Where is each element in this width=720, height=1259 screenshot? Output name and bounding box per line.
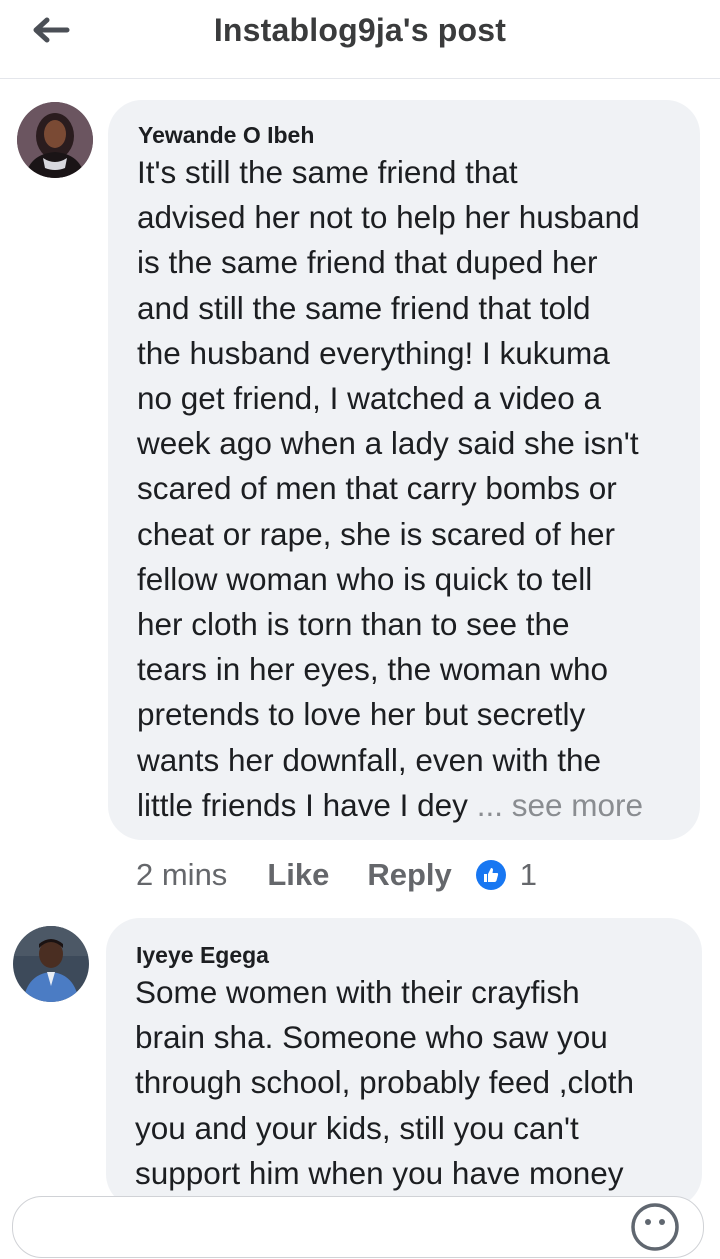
comment-line: tears in her eyes, the woman who — [137, 651, 608, 688]
comment-line: advised her not to help her husband — [137, 199, 640, 236]
top-bar: Instablog9ja's post — [0, 0, 720, 79]
comment-line: wants her downfall, even with the — [137, 741, 602, 778]
see-more-link[interactable]: ... see more — [477, 787, 643, 823]
comment-line: pretends to love her but secretly — [137, 696, 586, 733]
comment-line: and still the same friend that told — [137, 289, 591, 326]
smiley-icon — [631, 1203, 679, 1251]
comment-line: brain sha. Someone who saw you — [135, 1019, 608, 1056]
comment-line: cheat or rape, she is scared of her — [137, 515, 616, 552]
comment-line: the husband everything! I kukuma — [137, 334, 610, 371]
avatar-iyeye[interactable] — [13, 926, 89, 1002]
reaction-count[interactable]: 1 — [520, 857, 537, 893]
comment-text: Some women with their crayfish brain sha… — [135, 970, 634, 1196]
comment-line: through school, probably feed ,cloth — [135, 1064, 635, 1101]
comment-line: scared of men that carry bombs or — [137, 470, 617, 507]
like-button[interactable]: Like — [267, 857, 329, 893]
comment-line: is the same friend that duped her — [137, 244, 598, 281]
comment-line-text: little friends I have I dey — [137, 786, 468, 823]
comment-line: It's still the same friend that — [137, 154, 518, 190]
comment-line: little friends I have I dey ... see more — [137, 783, 643, 828]
comment-line: Some women with their crayfish — [135, 974, 580, 1010]
write-comment-input[interactable] — [12, 1196, 704, 1258]
avatar-yewande[interactable] — [17, 102, 93, 178]
comment-line: support him when you have money — [135, 1154, 624, 1191]
reply-button[interactable]: Reply — [367, 857, 451, 893]
comment-text: It's still the same friend that advised … — [137, 150, 643, 828]
emoji-button[interactable] — [628, 1200, 682, 1254]
comment-line: fellow woman who is quick to tell — [137, 560, 593, 597]
comment-author[interactable]: Iyeye Egega — [136, 942, 269, 969]
comment-line: you and your kids, still you can't — [135, 1109, 579, 1146]
page-title: Instablog9ja's post — [213, 12, 507, 48]
comment-line: no get friend, I watched a video a — [137, 380, 602, 417]
comment-actions: 2 mins Like Reply 1 — [136, 852, 537, 898]
comment-line: her cloth is torn than to see the — [137, 606, 570, 643]
comment-timestamp: 2 mins — [136, 857, 228, 892]
comment-author[interactable]: Yewande O Ibeh — [138, 122, 314, 149]
thumbs-up-icon — [475, 860, 506, 890]
comment-line: week ago when a lady said she isn't — [137, 425, 639, 462]
